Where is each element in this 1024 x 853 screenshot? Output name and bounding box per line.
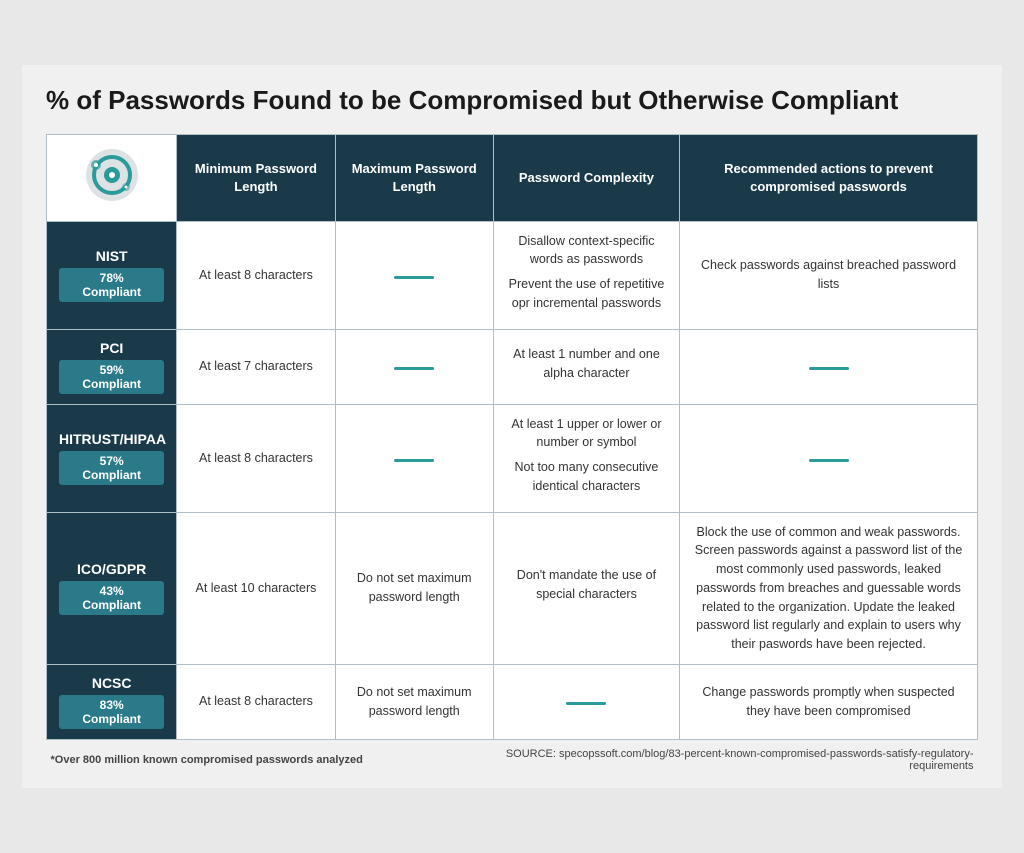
table-row: HITRUST/HIPAA 57% Compliant At least 8 c… — [47, 404, 978, 512]
col-header-max-length: Maximum Password Length — [335, 135, 493, 221]
complexity-cell: Don't mandate the use of special charact… — [493, 512, 679, 664]
min-length-cell: At least 10 characters — [177, 512, 335, 664]
footer-row: *Over 800 million known compromised pass… — [47, 739, 978, 772]
compliance-badge: 57% Compliant — [59, 451, 164, 485]
standard-name: NIST — [59, 248, 164, 264]
table-row: ICO/GDPR 43% Compliant At least 10 chara… — [47, 512, 978, 664]
standard-label-cell: ICO/GDPR 43% Compliant — [47, 512, 177, 664]
main-container: % of Passwords Found to be Compromised b… — [22, 65, 1002, 788]
dash-indicator — [809, 459, 849, 462]
standard-name: NCSC — [59, 675, 164, 691]
complexity-cell: At least 1 upper or lower or number or s… — [493, 404, 679, 512]
dash-indicator — [394, 367, 434, 370]
standard-label-cell: NCSC 83% Compliant — [47, 664, 177, 739]
table-row: NIST 78% Compliant At least 8 characters… — [47, 221, 978, 329]
compliance-badge: 43% Compliant — [59, 581, 164, 615]
compliance-badge: 59% Compliant — [59, 360, 164, 394]
compliance-badge: 83% Compliant — [59, 695, 164, 729]
max-length-cell — [335, 329, 493, 404]
col-header-recommended: Recommended actions to prevent compromis… — [680, 135, 978, 221]
dash-indicator — [394, 276, 434, 279]
col-header-min-length: Minimum Password Length — [177, 135, 335, 221]
recommended-cell — [680, 404, 978, 512]
table-row: NCSC 83% Compliant At least 8 characters… — [47, 664, 978, 739]
recommended-cell: Change passwords promptly when suspected… — [680, 664, 978, 739]
standard-label-cell: PCI 59% Compliant — [47, 329, 177, 404]
footer-right: SOURCE: specopssoft.com/blog/83-percent-… — [493, 739, 977, 772]
table-header-row: Minimum Password Length Maximum Password… — [47, 135, 978, 221]
col-header-complexity: Password Complexity — [493, 135, 679, 221]
min-length-cell: At least 7 characters — [177, 329, 335, 404]
compliance-table: Minimum Password Length Maximum Password… — [46, 134, 978, 771]
complexity-cell: At least 1 number and one alpha characte… — [493, 329, 679, 404]
max-length-cell — [335, 221, 493, 329]
recommended-cell: Check passwords against breached passwor… — [680, 221, 978, 329]
page-title: % of Passwords Found to be Compromised b… — [46, 85, 978, 116]
max-length-cell: Do not set maximum password length — [335, 512, 493, 664]
recommended-cell: Block the use of common and weak passwor… — [680, 512, 978, 664]
min-length-cell: At least 8 characters — [177, 664, 335, 739]
standard-label-cell: NIST 78% Compliant — [47, 221, 177, 329]
standard-name: PCI — [59, 340, 164, 356]
complexity-cell: Disallow context-specific words as passw… — [493, 221, 679, 329]
standard-name: ICO/GDPR — [59, 561, 164, 577]
min-length-cell: At least 8 characters — [177, 404, 335, 512]
table-row: PCI 59% Compliant At least 7 characters A… — [47, 329, 978, 404]
compliance-badge: 78% Compliant — [59, 268, 164, 302]
recommended-cell — [680, 329, 978, 404]
specops-logo-icon — [82, 145, 142, 205]
standard-label-cell: HITRUST/HIPAA 57% Compliant — [47, 404, 177, 512]
min-length-cell: At least 8 characters — [177, 221, 335, 329]
complexity-cell — [493, 664, 679, 739]
footer-left: *Over 800 million known compromised pass… — [47, 739, 494, 772]
logo-cell — [47, 135, 177, 221]
dash-indicator — [809, 367, 849, 370]
dash-indicator — [394, 459, 434, 462]
standard-name: HITRUST/HIPAA — [59, 431, 164, 447]
max-length-cell — [335, 404, 493, 512]
dash-indicator — [566, 702, 606, 705]
max-length-cell: Do not set maximum password length — [335, 664, 493, 739]
